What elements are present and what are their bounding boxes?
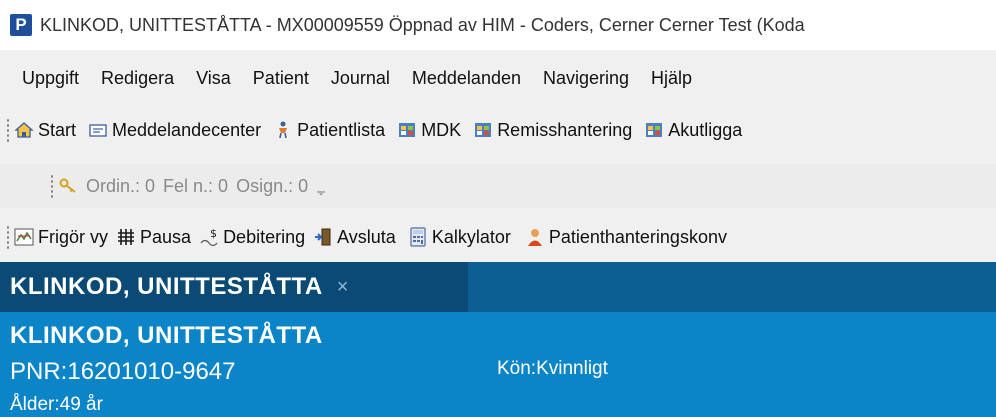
avsluta-label: Avsluta xyxy=(337,226,396,247)
toolbar-grip[interactable] xyxy=(50,174,54,198)
patient-name: KLINKOD, UNITTESTÅTTA xyxy=(10,322,323,349)
patient-tab-bar: KLINKOD, UNITTESTÅTTA × xyxy=(0,262,996,312)
akutligga-label: Akutligga xyxy=(668,119,743,140)
keys-icon xyxy=(59,178,76,193)
grid-app-icon xyxy=(399,123,416,137)
toolbar-grip[interactable] xyxy=(6,118,10,142)
billing-icon: $ xyxy=(200,227,218,247)
window-title-bar: P KLINKOD, UNITTESTÅTTA - MX00009559 Öpp… xyxy=(0,0,996,50)
kalkylator-label: Kalkylator xyxy=(431,226,511,247)
meddelandecenter-button[interactable]: Meddelandecenter xyxy=(88,120,261,141)
meddelandecenter-label: Meddelandecenter xyxy=(112,119,262,140)
menu-bar: Uppgift Redigera Visa Patient Journal Me… xyxy=(0,58,996,98)
osign-count[interactable]: Osign.: 0 xyxy=(236,176,308,197)
menu-visa[interactable]: Visa xyxy=(196,68,231,89)
app-logo-icon: P xyxy=(10,14,32,36)
fel-count[interactable]: Fel n.: 0 xyxy=(163,176,228,197)
window-title: KLINKOD, UNITTESTÅTTA - MX00009559 Öppna… xyxy=(40,14,805,35)
mdk-label: MDK xyxy=(421,119,462,140)
ordin-count[interactable]: Ordin.: 0 xyxy=(86,176,155,197)
home-icon xyxy=(14,122,34,138)
debitering-label: Debitering xyxy=(223,226,306,247)
menu-meddelanden[interactable]: Meddelanden xyxy=(412,68,521,89)
patient-banner: KLINKOD, UNITTESTÅTTA PNR:16201010-9647 … xyxy=(0,312,996,417)
mdk-button[interactable]: MDK xyxy=(397,120,461,141)
remisshantering-label: Remisshantering xyxy=(497,119,633,140)
grid-app-icon xyxy=(646,123,663,137)
menu-uppgift[interactable]: Uppgift xyxy=(22,68,79,89)
patienthanteringskonv-button[interactable]: Patienthanteringskonv xyxy=(525,227,727,248)
pausa-button[interactable]: Pausa xyxy=(116,227,191,248)
exit-door-icon xyxy=(315,228,331,246)
frigor-vy-label: Frigör vy xyxy=(38,226,109,247)
remisshantering-button[interactable]: Remisshantering xyxy=(473,120,632,141)
patient-list-icon xyxy=(279,121,288,139)
overflow-chevron-icon[interactable] xyxy=(316,176,326,196)
menu-redigera[interactable]: Redigera xyxy=(101,68,174,89)
pause-grid-icon xyxy=(118,229,135,245)
start-label: Start xyxy=(38,119,77,140)
patient-handling-icon xyxy=(527,229,542,246)
menu-journal[interactable]: Journal xyxy=(331,68,390,89)
menu-patient[interactable]: Patient xyxy=(253,68,309,89)
patient-tab[interactable]: KLINKOD, UNITTESTÅTTA × xyxy=(0,262,468,312)
patienthanteringskonv-label: Patienthanteringskonv xyxy=(548,226,727,247)
calculator-icon xyxy=(410,227,426,247)
menu-navigering[interactable]: Navigering xyxy=(543,68,629,89)
patientlista-label: Patientlista xyxy=(297,119,386,140)
patient-sex: Kön:Kvinnligt xyxy=(497,358,608,379)
patientlista-button[interactable]: Patientlista xyxy=(273,120,385,141)
svg-text:$: $ xyxy=(210,227,217,240)
order-status-toolbar: Ordin.: 0 Fel n.: 0 Osign.: 0 xyxy=(0,164,996,208)
message-center-icon xyxy=(89,124,107,137)
start-button[interactable]: Start xyxy=(14,120,76,141)
close-icon[interactable]: × xyxy=(337,276,349,299)
patient-age: Ålder:49 år xyxy=(10,394,103,415)
frigor-vy-button[interactable]: Frigör vy xyxy=(14,227,108,248)
kalkylator-button[interactable]: Kalkylator xyxy=(408,227,511,248)
patient-pnr: PNR:16201010-9647 xyxy=(10,358,236,385)
avsluta-button[interactable]: Avsluta xyxy=(313,227,396,248)
pausa-label: Pausa xyxy=(140,226,192,247)
main-toolbar: Start Meddelandecenter Patientlista MDK xyxy=(0,108,996,152)
toolbar-grip[interactable] xyxy=(6,225,10,249)
debitering-button[interactable]: $ Debitering xyxy=(199,227,305,248)
akutligga-button[interactable]: Akutligga xyxy=(644,120,742,141)
grid-app-icon xyxy=(475,123,492,137)
patient-tab-label: KLINKOD, UNITTESTÅTTA xyxy=(10,273,323,300)
release-view-icon xyxy=(14,228,34,246)
patient-toolbar: Frigör vy Pausa $ Debitering Avsluta Kal… xyxy=(0,214,996,260)
menu-hjalp[interactable]: Hjälp xyxy=(651,68,692,89)
